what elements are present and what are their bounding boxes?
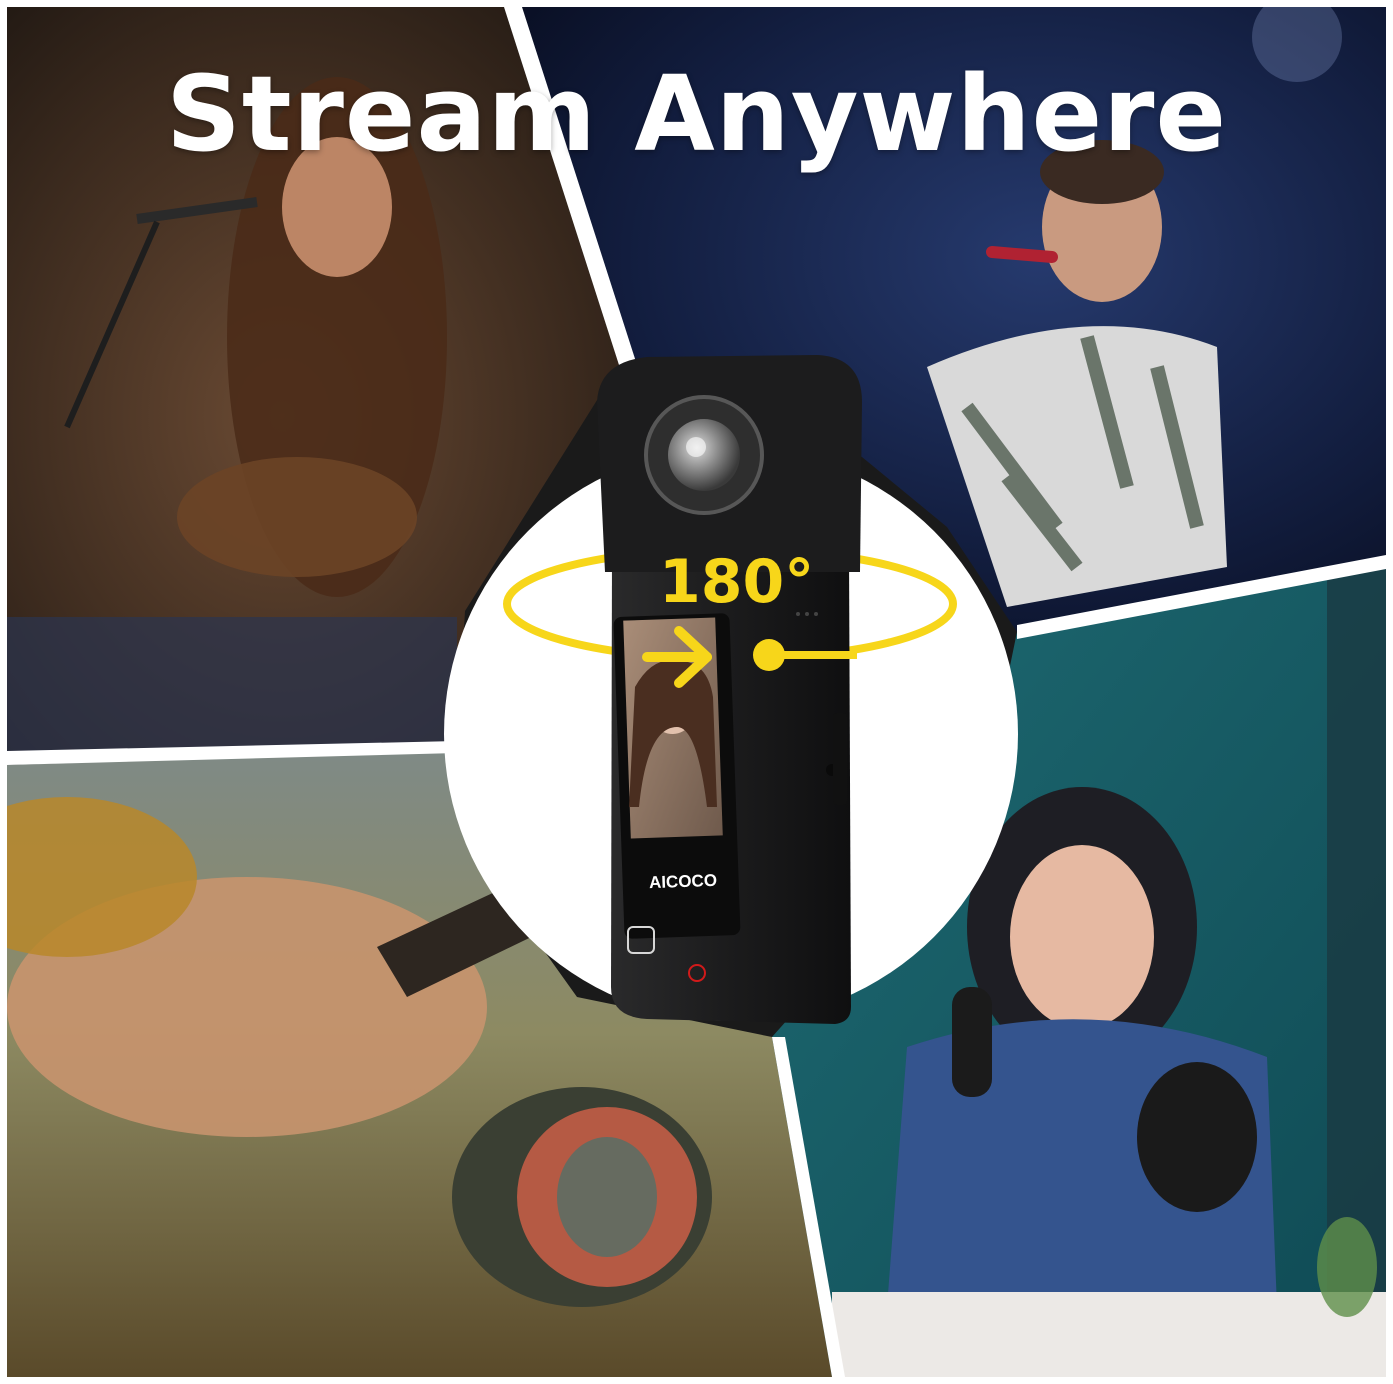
headline: Stream Anywhere [166, 53, 1227, 175]
camera-brand-label: AICOCO [648, 870, 718, 893]
collage-artwork [7, 7, 1386, 1377]
camera-device [597, 355, 862, 1024]
rotation-angle-label: 180° [659, 547, 815, 617]
product-collage: Stream Anywhere 180° AICOCO [7, 7, 1386, 1377]
